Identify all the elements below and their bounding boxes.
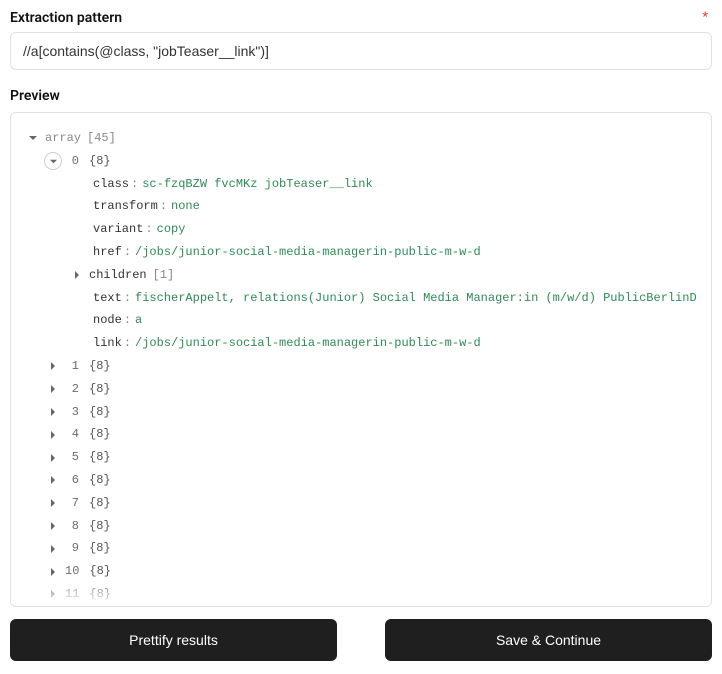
tree-prop-href: href : /jobs/junior-social-media-manager… <box>25 241 697 264</box>
save-continue-button[interactable]: Save & Continue <box>385 619 712 661</box>
tree-item-brace: {8} <box>89 355 111 378</box>
preview-label: Preview <box>10 88 712 104</box>
tree-item-brace: {8} <box>89 583 111 606</box>
prop-value: copy <box>157 218 186 241</box>
tree-item-brace: {8} <box>89 515 111 538</box>
chevron-right-icon[interactable] <box>45 472 61 488</box>
extraction-pattern-label: Extraction pattern <box>10 10 122 26</box>
chevron-right-icon[interactable] <box>45 586 61 602</box>
tree-item-brace: {8} <box>89 150 111 173</box>
tree-item-row[interactable]: 4 {8} <box>25 423 697 446</box>
chevron-right-icon[interactable] <box>45 564 61 580</box>
tree-item-row[interactable]: 11 {8} <box>25 583 697 606</box>
tree-item-index: 8 <box>65 515 79 538</box>
prop-value: /jobs/junior-social-media-managerin-publ… <box>135 241 481 264</box>
colon: : <box>124 241 131 264</box>
tree-prop-link: link : /jobs/junior-social-media-manager… <box>25 332 697 355</box>
tree-item-brace: {8} <box>89 537 111 560</box>
tree-item-row[interactable]: 5 {8} <box>25 446 697 469</box>
tree-item-brace: {8} <box>89 446 111 469</box>
tree-item-row[interactable]: 8 {8} <box>25 515 697 538</box>
prop-value: fischerAppelt, relations(Junior) Social … <box>135 287 697 310</box>
colon: : <box>131 173 138 196</box>
colon: : <box>160 195 167 218</box>
tree-prop-transform: transform : none <box>25 195 697 218</box>
prop-value: a <box>135 309 142 332</box>
tree-item-brace: {8} <box>89 423 111 446</box>
chevron-right-icon[interactable] <box>69 267 85 283</box>
colon: : <box>124 287 131 310</box>
tree-item-brace: {8} <box>89 378 111 401</box>
tree-item-index: 9 <box>65 537 79 560</box>
chevron-right-icon[interactable] <box>45 381 61 397</box>
prop-key: children <box>89 264 147 287</box>
chevron-right-icon[interactable] <box>45 404 61 420</box>
tree-item-brace: {8} <box>89 492 111 515</box>
tree-root-row[interactable]: array [45] <box>25 127 697 150</box>
prop-key: href <box>93 241 122 264</box>
preview-panel: array [45] 0 {8} class : sc-fzqBZW fvcMK… <box>10 112 712 607</box>
tree-item-row[interactable]: 9 {8} <box>25 537 697 560</box>
tree-item-index: 4 <box>65 423 79 446</box>
chevron-right-icon[interactable] <box>45 450 61 466</box>
chevron-right-icon[interactable] <box>45 358 61 374</box>
required-indicator: * <box>702 10 712 25</box>
chevron-right-icon[interactable] <box>45 495 61 511</box>
tree-item-row[interactable]: 1 {8} <box>25 355 697 378</box>
tree-item-index: 11 <box>65 583 79 606</box>
tree-item-row[interactable]: 10 {8} <box>25 560 697 583</box>
tree-item-index: 7 <box>65 492 79 515</box>
tree-item-row[interactable]: 2 {8} <box>25 378 697 401</box>
tree-item-brace: {8} <box>89 560 111 583</box>
prop-value: none <box>171 195 200 218</box>
prop-key: link <box>93 332 122 355</box>
tree-item-index: 10 <box>65 560 79 583</box>
tree-item-index: 1 <box>65 355 79 378</box>
colon: : <box>124 332 131 355</box>
tree-item-row[interactable]: 6 {8} <box>25 469 697 492</box>
tree-item-0-row[interactable]: 0 {8} <box>25 150 697 173</box>
prop-key: node <box>93 309 122 332</box>
prop-key: variant <box>93 218 143 241</box>
tree-item-index: 5 <box>65 446 79 469</box>
prop-key: text <box>93 287 122 310</box>
prettify-results-button[interactable]: Prettify results <box>10 619 337 661</box>
extraction-pattern-input[interactable] <box>10 32 712 70</box>
colon: : <box>145 218 152 241</box>
tree-item-row[interactable]: 3 {8} <box>25 401 697 424</box>
tree-item-brace: {8} <box>89 469 111 492</box>
tree-prop-variant: variant : copy <box>25 218 697 241</box>
tree-prop-text: text : fischerAppelt, relations(Junior) … <box>25 287 697 310</box>
prop-value: /jobs/junior-social-media-managerin-publ… <box>135 332 481 355</box>
prop-count: [1] <box>153 264 175 287</box>
tree-root-count: [45] <box>87 127 116 150</box>
prop-key: class <box>93 173 129 196</box>
tree-item-index: 6 <box>65 469 79 492</box>
tree-item-index: 3 <box>65 401 79 424</box>
prop-value: sc-fzqBZW fvcMKz jobTeaser__link <box>142 173 372 196</box>
tree-prop-node: node : a <box>25 309 697 332</box>
chevron-right-icon[interactable] <box>45 541 61 557</box>
chevron-right-icon[interactable] <box>45 518 61 534</box>
tree-root-type: array <box>45 127 81 150</box>
colon: : <box>124 309 131 332</box>
tree-item-row[interactable]: 7 {8} <box>25 492 697 515</box>
tree-item-index: 0 <box>65 150 79 173</box>
prop-key: transform <box>93 195 158 218</box>
chevron-right-icon[interactable] <box>45 427 61 443</box>
tree-item-brace: {8} <box>89 401 111 424</box>
tree-prop-class: class : sc-fzqBZW fvcMKz jobTeaser__link <box>25 173 697 196</box>
tree-prop-children[interactable]: children [1] <box>25 264 697 287</box>
chevron-down-icon[interactable] <box>25 130 41 146</box>
tree-item-index: 2 <box>65 378 79 401</box>
chevron-down-icon[interactable] <box>44 152 62 170</box>
